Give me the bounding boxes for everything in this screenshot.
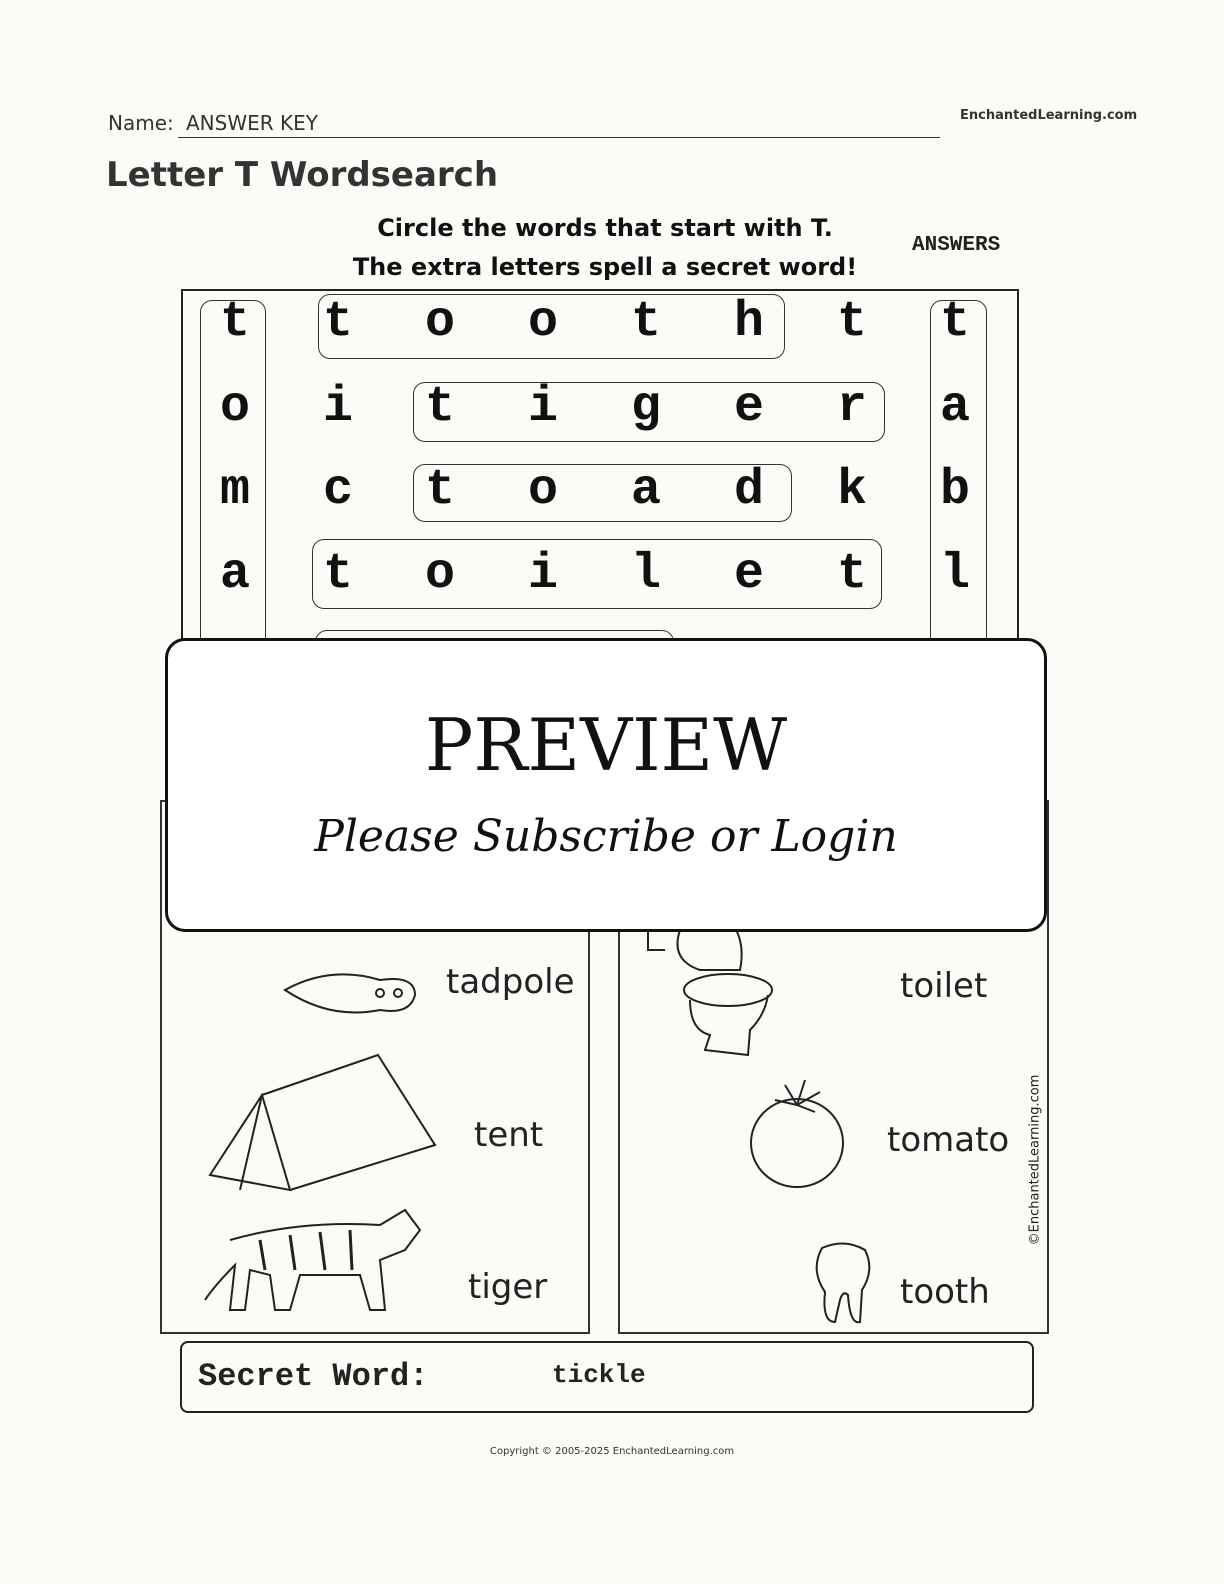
word-tiger: tiger <box>468 1267 548 1307</box>
word-toilet: toilet <box>900 966 988 1006</box>
word-tent: tent <box>474 1115 544 1155</box>
tomato-icon <box>750 1079 844 1188</box>
tiger-icon <box>204 1208 422 1311</box>
tent-icon <box>208 1053 437 1192</box>
toilet-icon <box>647 927 773 1057</box>
tooth-icon <box>815 1242 871 1324</box>
word-tadpole: tadpole <box>446 962 575 1002</box>
word-tooth: tooth <box>900 1272 990 1312</box>
secret-word-value: tickle <box>552 1360 646 1390</box>
secret-word-label: Secret Word: <box>198 1358 429 1395</box>
copyright: Copyright © 2005-2025 EnchantedLearning.… <box>489 1446 735 1457</box>
tadpole-icon <box>283 973 417 1014</box>
word-tomato: tomato <box>887 1120 1010 1160</box>
preview-overlay[interactable]: PREVIEW Please Subscribe or Login <box>165 638 1047 932</box>
vertical-credit: ©EnchantedLearning.com <box>1027 1074 1043 1246</box>
preview-title: PREVIEW <box>424 703 788 787</box>
subscribe-login-link[interactable]: Please Subscribe or Login <box>168 811 1044 862</box>
